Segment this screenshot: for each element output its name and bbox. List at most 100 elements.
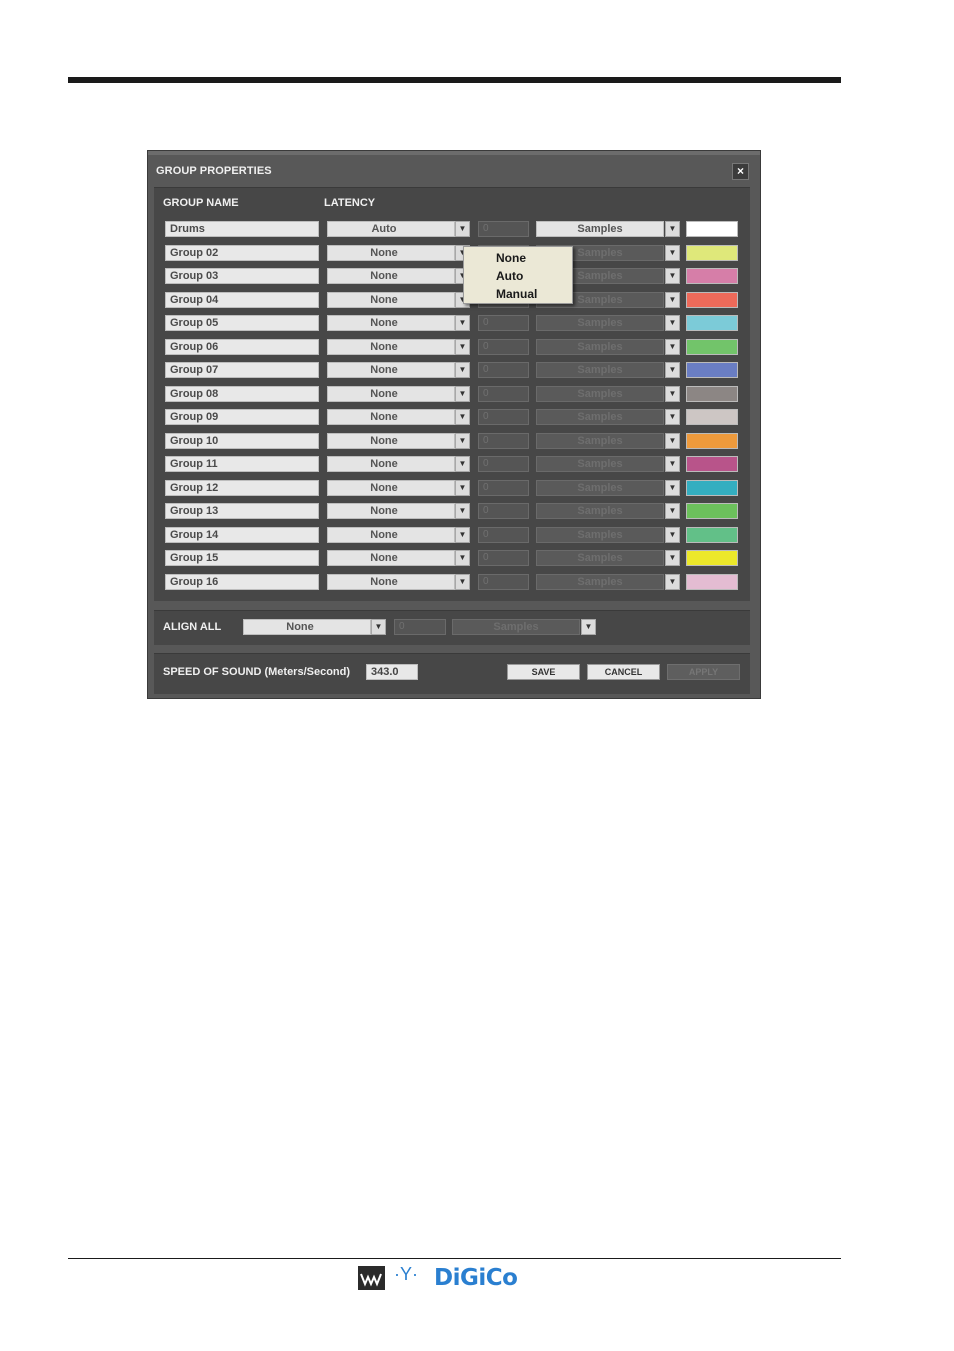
group-color-swatch[interactable] <box>686 362 738 378</box>
unit-select[interactable]: Samples <box>536 573 664 590</box>
cancel-button[interactable]: CANCEL <box>587 664 660 680</box>
group-color-swatch[interactable] <box>686 573 738 590</box>
latency-value-field[interactable]: 0 <box>478 526 529 543</box>
chevron-down-icon[interactable]: ▼ <box>455 526 470 543</box>
chevron-down-icon[interactable]: ▼ <box>455 338 470 355</box>
chevron-down-icon[interactable]: ▼ <box>455 409 470 425</box>
group-name-field[interactable]: Group 06 <box>165 338 319 355</box>
group-color-swatch[interactable] <box>686 479 738 496</box>
chevron-down-icon[interactable]: ▼ <box>455 456 470 472</box>
group-color-swatch[interactable] <box>686 550 738 566</box>
chevron-down-icon[interactable]: ▼ <box>665 456 680 472</box>
align-all-latency-select[interactable]: None <box>243 619 371 635</box>
group-color-swatch[interactable] <box>686 338 738 355</box>
align-all-unit-select[interactable]: Samples <box>452 619 580 635</box>
latency-value-field[interactable]: 0 <box>478 362 529 378</box>
group-name-field[interactable]: Group 03 <box>165 268 319 284</box>
chevron-down-icon[interactable]: ▼ <box>455 385 470 402</box>
group-name-field[interactable]: Group 10 <box>165 432 319 449</box>
group-color-swatch[interactable] <box>686 409 738 425</box>
latency-value-field[interactable]: 0 <box>478 550 529 566</box>
chevron-down-icon[interactable]: ▼ <box>665 479 680 496</box>
chevron-down-icon[interactable]: ▼ <box>665 221 680 237</box>
latency-value-field[interactable]: 0 <box>478 338 529 355</box>
latency-select[interactable]: None <box>327 362 455 378</box>
latency-value-field[interactable]: 0 <box>478 503 529 519</box>
unit-select[interactable]: Samples <box>536 338 664 355</box>
unit-select[interactable]: Samples <box>536 550 664 566</box>
group-name-field[interactable]: Group 13 <box>165 503 319 519</box>
group-color-swatch[interactable] <box>686 526 738 543</box>
unit-select[interactable]: Samples <box>536 409 664 425</box>
chevron-down-icon[interactable]: ▼ <box>665 315 680 331</box>
unit-select[interactable]: Samples <box>536 479 664 496</box>
chevron-down-icon[interactable]: ▼ <box>455 503 470 519</box>
dropdown-option-manual[interactable]: Manual <box>496 287 537 301</box>
latency-value-field[interactable]: 0 <box>478 385 529 402</box>
chevron-down-icon[interactable]: ▼ <box>455 315 470 331</box>
latency-select[interactable]: None <box>327 550 455 566</box>
group-name-field[interactable]: Group 14 <box>165 526 319 543</box>
dropdown-option-none[interactable]: None <box>496 251 526 265</box>
latency-value-field[interactable]: 0 <box>478 315 529 331</box>
unit-select[interactable]: Samples <box>536 526 664 543</box>
group-color-swatch[interactable] <box>686 244 738 261</box>
unit-select[interactable]: Samples <box>536 432 664 449</box>
group-name-field[interactable]: Group 12 <box>165 479 319 496</box>
latency-value-field[interactable]: 0 <box>478 432 529 449</box>
align-all-value-field[interactable]: 0 <box>394 619 446 635</box>
chevron-down-icon[interactable]: ▼ <box>371 619 386 635</box>
chevron-down-icon[interactable]: ▼ <box>455 221 470 237</box>
chevron-down-icon[interactable]: ▼ <box>665 409 680 425</box>
dropdown-option-auto[interactable]: Auto <box>496 269 523 283</box>
group-name-field[interactable]: Group 02 <box>165 244 319 261</box>
latency-value-field[interactable]: 0 <box>478 573 529 590</box>
chevron-down-icon[interactable]: ▼ <box>455 362 470 378</box>
apply-button[interactable]: APPLY <box>667 664 740 680</box>
group-name-field[interactable]: Group 05 <box>165 315 319 331</box>
chevron-down-icon[interactable]: ▼ <box>665 291 680 308</box>
chevron-down-icon[interactable]: ▼ <box>665 573 680 590</box>
chevron-down-icon[interactable]: ▼ <box>665 338 680 355</box>
chevron-down-icon[interactable]: ▼ <box>455 479 470 496</box>
latency-select[interactable]: None <box>327 338 455 355</box>
chevron-down-icon[interactable]: ▼ <box>665 503 680 519</box>
chevron-down-icon[interactable]: ▼ <box>665 244 680 261</box>
unit-select[interactable]: Samples <box>536 385 664 402</box>
latency-select[interactable]: None <box>327 503 455 519</box>
unit-select[interactable]: Samples <box>536 456 664 472</box>
chevron-down-icon[interactable]: ▼ <box>665 526 680 543</box>
unit-select[interactable]: Samples <box>536 362 664 378</box>
chevron-down-icon[interactable]: ▼ <box>455 550 470 566</box>
group-name-field[interactable]: Group 07 <box>165 362 319 378</box>
group-color-swatch[interactable] <box>686 221 738 237</box>
latency-value-field[interactable]: 0 <box>478 409 529 425</box>
group-name-field[interactable]: Group 04 <box>165 291 319 308</box>
chevron-down-icon[interactable]: ▼ <box>665 550 680 566</box>
unit-select[interactable]: Samples <box>536 315 664 331</box>
unit-select[interactable]: Samples <box>536 503 664 519</box>
latency-select[interactable]: None <box>327 573 455 590</box>
latency-select[interactable]: Auto <box>327 221 455 237</box>
chevron-down-icon[interactable]: ▼ <box>665 268 680 284</box>
latency-value-field[interactable]: 0 <box>478 479 529 496</box>
latency-select[interactable]: None <box>327 291 455 308</box>
group-name-field[interactable]: Group 11 <box>165 456 319 472</box>
group-color-swatch[interactable] <box>686 291 738 308</box>
group-name-field[interactable]: Group 09 <box>165 409 319 425</box>
latency-select[interactable]: None <box>327 244 455 261</box>
group-color-swatch[interactable] <box>686 432 738 449</box>
group-color-swatch[interactable] <box>686 503 738 519</box>
latency-value-field[interactable]: 0 <box>478 221 529 237</box>
group-color-swatch[interactable] <box>686 315 738 331</box>
close-icon[interactable]: × <box>732 163 749 180</box>
group-name-field[interactable]: Group 16 <box>165 573 319 590</box>
speed-of-sound-field[interactable]: 343.0 <box>366 664 418 680</box>
chevron-down-icon[interactable]: ▼ <box>665 362 680 378</box>
latency-select[interactable]: None <box>327 456 455 472</box>
chevron-down-icon[interactable]: ▼ <box>455 573 470 590</box>
latency-select[interactable]: None <box>327 479 455 496</box>
latency-value-field[interactable]: 0 <box>478 456 529 472</box>
chevron-down-icon[interactable]: ▼ <box>455 432 470 449</box>
save-button[interactable]: SAVE <box>507 664 580 680</box>
